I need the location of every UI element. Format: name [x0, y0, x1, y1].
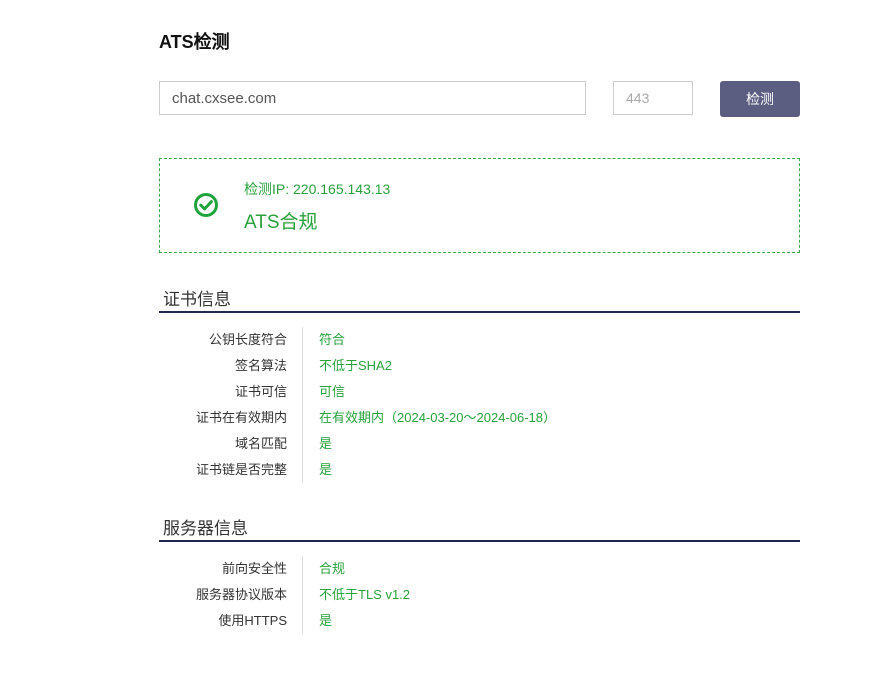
row-label: 证书链是否完整 [195, 462, 287, 477]
page-title: ATS检测 [159, 32, 230, 52]
server-section-title: 服务器信息 [163, 519, 248, 538]
row-label: 前向安全性 [221, 561, 287, 576]
row-value: 在有效期内（2024-03-20～2024-06-18） [319, 410, 556, 425]
cert-info-table: 公钥长度符合 符合 签名算法 不低于SHA2 证书可信 可信 证书在有效期内 在… [159, 327, 800, 483]
result-status: ATS合规 [244, 212, 318, 233]
row-label: 服务器协议版本 [195, 587, 287, 602]
table-row: 前向安全性 合规 [159, 556, 800, 582]
row-label: 域名匹配 [234, 436, 287, 451]
table-row: 使用HTTPS 是 [159, 608, 800, 634]
cert-section-divider [159, 311, 800, 313]
table-row: 公钥长度符合 符合 [159, 327, 800, 353]
row-value: 是 [319, 613, 333, 628]
row-label: 使用HTTPS [218, 613, 287, 628]
row-value: 合规 [319, 561, 346, 576]
result-panel: 检测IP: 220.165.143.13 ATS合规 [159, 158, 800, 253]
table-row: 服务器协议版本 不低于TLS v1.2 [159, 582, 800, 608]
row-label: 证书可信 [234, 384, 287, 399]
server-section-divider [159, 540, 800, 542]
row-value: 不低于TLS v1.2 [319, 587, 411, 602]
host-input[interactable] [159, 81, 586, 115]
ats-check-page: ATS检测 检测 检测IP: 220.165.143.13 ATS合规 证书信息… [0, 0, 889, 677]
row-value: 是 [319, 436, 333, 451]
result-ip: 检测IP: 220.165.143.13 [244, 181, 391, 197]
server-info-table: 前向安全性 合规 服务器协议版本 不低于TLS v1.2 使用HTTPS 是 [159, 556, 800, 634]
row-label: 签名算法 [234, 358, 287, 373]
table-row: 签名算法 不低于SHA2 [159, 353, 800, 379]
check-circle-icon [194, 193, 218, 217]
table-row: 证书在有效期内 在有效期内（2024-03-20～2024-06-18） [159, 405, 800, 431]
row-value: 是 [319, 462, 333, 477]
port-input[interactable] [613, 81, 693, 115]
row-label: 证书在有效期内 [195, 410, 287, 425]
check-button[interactable]: 检测 [720, 81, 800, 117]
table-row: 证书链是否完整 是 [159, 457, 800, 483]
row-value: 符合 [319, 332, 346, 347]
cert-section-title: 证书信息 [163, 290, 231, 309]
row-value: 不低于SHA2 [319, 358, 392, 373]
table-row: 域名匹配 是 [159, 431, 800, 457]
row-label: 公钥长度符合 [208, 332, 287, 347]
table-row: 证书可信 可信 [159, 379, 800, 405]
row-value: 可信 [319, 384, 346, 399]
